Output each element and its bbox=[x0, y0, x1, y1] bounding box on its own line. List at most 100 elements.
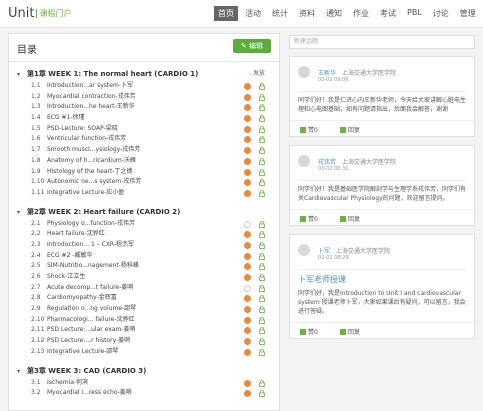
toc-item[interactable]: 2.8 Cardiomyopathy-金辉富 bbox=[17, 293, 273, 304]
toc-item-label: Integrative Lecture-邵琴 bbox=[47, 347, 119, 355]
toc-item[interactable]: 2.7 Acute decomp...t failure-姜哨 bbox=[17, 283, 273, 294]
like-button[interactable]: 赞0 bbox=[300, 125, 318, 134]
lock-icon[interactable] bbox=[259, 274, 265, 281]
toc-item-number: 1.2 bbox=[31, 92, 41, 100]
logo[interactable]: Unit 课程门户 bbox=[8, 6, 72, 21]
toc-item-label: Cardiomyopathy-金辉富 bbox=[47, 294, 117, 302]
lock-icon[interactable] bbox=[259, 157, 265, 165]
author-name[interactable]: 戎伟芳 上海交通大学医学院 bbox=[318, 157, 396, 166]
nav-item[interactable]: 资料 bbox=[295, 6, 319, 21]
search-input[interactable]: 新建话题 bbox=[289, 35, 475, 49]
lock-icon[interactable] bbox=[259, 242, 265, 249]
lock-icon[interactable] bbox=[259, 220, 265, 228]
discussion-card[interactable]: 卜军 上海交通大学医学院 03-02 08:29 卜军老师授课 同学们好，我是Intro… bbox=[289, 234, 475, 339]
author-name[interactable]: 卜军 上海交通大学医学院 bbox=[318, 246, 390, 255]
post-title[interactable]: 卜军老师授课 bbox=[290, 270, 474, 285]
lock-icon[interactable] bbox=[259, 179, 265, 187]
lock-icon[interactable] bbox=[259, 379, 265, 387]
nav-item[interactable]: PBL bbox=[403, 6, 426, 21]
lock-icon[interactable] bbox=[259, 168, 265, 176]
lock-icon[interactable] bbox=[259, 125, 265, 133]
avatar[interactable] bbox=[298, 66, 310, 78]
lock-icon[interactable] bbox=[259, 83, 265, 90]
lock-icon[interactable] bbox=[259, 190, 265, 197]
toc-item[interactable]: 1.4 ECG #1-徐瑾 bbox=[17, 113, 273, 124]
toc-item[interactable]: 1.6 Ventricular function-戎伟芳 bbox=[17, 134, 273, 145]
reply-button[interactable]: 回复 bbox=[340, 125, 360, 134]
thumbs-up-icon bbox=[300, 216, 306, 222]
lock-icon[interactable] bbox=[259, 93, 265, 101]
toc-item[interactable]: 1.7 Smooth muscl...ysiology-戎伟芳 bbox=[17, 145, 273, 156]
lock-icon[interactable] bbox=[259, 252, 265, 260]
toc-item[interactable]: 2.6 Shock-江立生 bbox=[17, 272, 273, 283]
chevron-down-icon[interactable]: ▾ bbox=[17, 68, 27, 82]
edit-button[interactable]: ✎ 编辑 bbox=[233, 39, 271, 53]
toc-item[interactable]: 2.1 Physiology o...function-戎伟芳 bbox=[17, 219, 273, 230]
lock-icon[interactable] bbox=[259, 295, 265, 303]
toc-item-label: Pharmacologi... failure-沈骅红 bbox=[47, 315, 135, 323]
toc-item[interactable]: 1.8 Anatomy of h...ricardium-沃雁 bbox=[17, 156, 273, 167]
nav-item[interactable]: 通知 bbox=[322, 6, 346, 21]
lock-icon[interactable] bbox=[259, 348, 265, 356]
lock-icon[interactable] bbox=[259, 338, 265, 346]
lock-icon[interactable] bbox=[259, 327, 265, 335]
author-name[interactable]: 王新华 上海交通大学医学院 bbox=[318, 68, 396, 77]
thumbs-up-icon bbox=[300, 329, 306, 335]
toc-item-label: Shock-江立生 bbox=[47, 273, 86, 280]
chapter-heading[interactable]: ▾ 第3章 WEEK 3: CAD (CARDIO 3) bbox=[17, 364, 273, 378]
toc-item[interactable]: 2.5 SIM-Nutritio...nagement-杨科峰 bbox=[17, 261, 273, 272]
toc-item[interactable]: 1.9 Histology of the heart-丁之德 bbox=[17, 167, 273, 178]
toc-item[interactable]: 2.2 Heart failure-沈骅红 bbox=[17, 229, 273, 240]
toc-item[interactable]: 3.2 Myocardial i...ress echo-姜哨 bbox=[17, 388, 273, 399]
toc-item[interactable]: 2.9 Regulation o...ng volume-邵琴 bbox=[17, 304, 273, 315]
avatar[interactable] bbox=[298, 155, 310, 167]
lock-icon[interactable] bbox=[259, 147, 265, 155]
toc-item[interactable]: 1.1 Introduction...ar system-卜军 bbox=[17, 81, 273, 92]
nav-item[interactable]: 统计 bbox=[268, 6, 292, 21]
toc-item[interactable]: 2.13 Integrative Lecture-邵琴 bbox=[17, 347, 273, 358]
nav-item[interactable]: 首页 bbox=[214, 6, 238, 21]
toc-item[interactable]: 1.11 Integrative Lecture-应小盈 bbox=[17, 188, 273, 199]
lock-icon[interactable] bbox=[259, 284, 265, 292]
lock-icon[interactable] bbox=[259, 390, 265, 398]
nav-item[interactable]: 考试 bbox=[376, 6, 400, 21]
chevron-down-icon[interactable]: ▾ bbox=[17, 206, 27, 220]
nav-item[interactable]: 作业 bbox=[349, 6, 373, 21]
reply-button[interactable]: 回复 bbox=[340, 327, 360, 336]
chapter-heading[interactable]: ▾ 第2章 WEEK 2: Heart failure (CARDIO 2) bbox=[17, 205, 273, 219]
lock-icon[interactable] bbox=[259, 115, 265, 122]
toc-item[interactable]: 2.4 ECG #2 -臧敏华 bbox=[17, 251, 273, 262]
lock-icon[interactable] bbox=[259, 306, 265, 313]
count-badge bbox=[244, 274, 251, 281]
lock-icon[interactable] bbox=[259, 231, 265, 239]
discussion-card[interactable]: 王新华 上海交通大学医学院 03-02 09:06 同学们好！我是仁济心内王新华老师，… bbox=[289, 56, 475, 137]
toc-item-label: PSD-Lecture: SOAP-梁晓 bbox=[47, 124, 118, 132]
like-button[interactable]: 赞0 bbox=[300, 214, 318, 223]
discussion-card[interactable]: 戎伟芳 上海交通大学医学院 03-02 08:31 同学们好！我是基础医学院解剖学与生… bbox=[289, 145, 475, 226]
nav-item[interactable]: 管理 bbox=[456, 6, 480, 21]
lock-icon[interactable] bbox=[259, 136, 265, 144]
nav-item[interactable]: 活动 bbox=[241, 6, 265, 21]
toc-item[interactable]: 1.5 PSD-Lecture: SOAP-梁晓 bbox=[17, 124, 273, 135]
toc-item[interactable]: 3.1 Ischemia-何滨 bbox=[17, 378, 273, 389]
toc-item[interactable]: 2.12 PSD Lecture:...r history-姜哨 bbox=[17, 336, 273, 347]
toc-item[interactable]: 2.10 Pharmacologi... failure-沈骅红 bbox=[17, 315, 273, 326]
count-badge bbox=[244, 379, 251, 387]
lock-icon[interactable] bbox=[259, 104, 265, 112]
chapter-heading[interactable]: ▾ 第1章 WEEK 1: The normal heart (CARDIO 1)… bbox=[17, 67, 273, 81]
count-badge bbox=[244, 241, 251, 249]
toc-item[interactable]: 2.11 PSD Lecture:...ular exam-姜哨 bbox=[17, 325, 273, 336]
reply-button[interactable]: 回复 bbox=[340, 214, 360, 223]
toc-item[interactable]: 1.3 Introduction...he heart-王新华 bbox=[17, 102, 273, 113]
count-badge bbox=[244, 263, 251, 271]
toc-item[interactable]: 1.10 Autonomic ne...s system-戎伟芳 bbox=[17, 177, 273, 188]
toc-item[interactable]: 2.3 Introduction... 1 – CXR-程杰军 bbox=[17, 240, 273, 251]
lock-icon[interactable] bbox=[259, 263, 265, 271]
reply-label: 回复 bbox=[348, 216, 361, 223]
lock-icon[interactable] bbox=[259, 316, 265, 324]
avatar[interactable] bbox=[298, 244, 310, 256]
like-button[interactable]: 赞0 bbox=[300, 327, 318, 336]
toc-item[interactable]: 1.2 Myocardial contraction-戎伟芳 bbox=[17, 92, 273, 103]
chevron-down-icon[interactable]: ▾ bbox=[17, 365, 27, 379]
nav-item[interactable]: 讨论 bbox=[429, 6, 453, 21]
